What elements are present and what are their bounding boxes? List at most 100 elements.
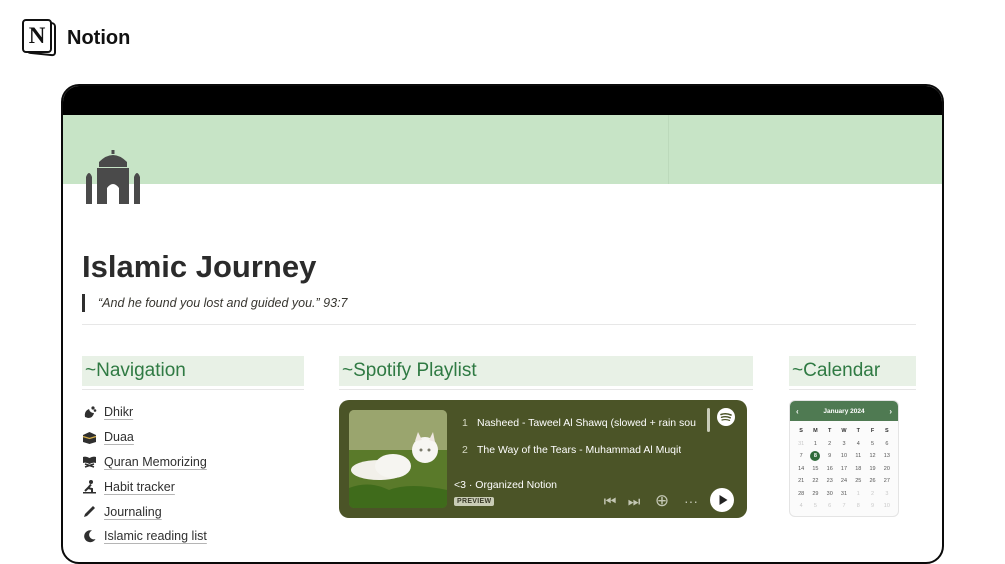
calendar-day[interactable]: 1 — [851, 489, 865, 500]
divider — [82, 324, 916, 325]
notion-logo-icon: N — [22, 19, 58, 57]
calendar-day[interactable]: 7 — [794, 451, 808, 462]
page-frame: Islamic Journey “And he found you lost a… — [61, 84, 944, 564]
calendar-day[interactable]: 6 — [823, 501, 837, 512]
nav-item-label: Habit tracker — [104, 479, 175, 494]
cover-banner — [63, 115, 942, 184]
calendar-weekday: S — [799, 428, 803, 434]
calendar-day[interactable]: 22 — [808, 476, 822, 487]
calendar-next-icon[interactable]: › — [889, 407, 892, 416]
calendar-today[interactable]: 8 — [810, 451, 821, 461]
calendar-day[interactable]: 12 — [865, 451, 879, 462]
playlist-name[interactable]: <3 · Organized Notion — [454, 479, 557, 491]
calendar-day[interactable]: 25 — [851, 476, 865, 487]
window-top-bar — [63, 86, 942, 115]
calendar-day[interactable]: 31 — [794, 439, 808, 450]
add-to-library-icon[interactable]: ⊕ — [652, 491, 672, 511]
calendar-day[interactable]: 2 — [865, 489, 879, 500]
calendar-day[interactable]: 17 — [837, 464, 851, 475]
calendar-day[interactable]: 9 — [823, 451, 837, 462]
calendar-day[interactable]: 6 — [880, 439, 894, 450]
spotify-heading: ~Spotify Playlist — [339, 356, 753, 386]
play-button[interactable] — [710, 488, 734, 512]
calendar-day[interactable]: 5 — [808, 501, 822, 512]
nav-item-label: Dhikr — [104, 405, 134, 420]
calendar-weekday: W — [841, 428, 847, 434]
calendar-day[interactable]: 16 — [823, 464, 837, 475]
spotify-logo-icon[interactable] — [717, 408, 735, 426]
track-row[interactable]: 2 The Way of the Tears - Muhammad Al Muq… — [462, 441, 707, 468]
prayer-beads-icon — [82, 405, 97, 420]
calendar-day[interactable]: 24 — [837, 476, 851, 487]
nav-item-islamic-reading-list[interactable]: Islamic reading list — [82, 524, 207, 549]
playlist-cover-image[interactable] — [349, 410, 447, 508]
calendar-day[interactable]: 8 — [808, 451, 822, 462]
page-title: Islamic Journey — [82, 249, 317, 284]
calendar-day[interactable]: 3 — [837, 439, 851, 450]
calendar-day[interactable]: 23 — [823, 476, 837, 487]
calendar-day[interactable]: 27 — [880, 476, 894, 487]
calendar-day[interactable]: 2 — [823, 439, 837, 450]
nav-item-label: Duaa — [104, 430, 134, 445]
nav-item-label: Islamic reading list — [104, 529, 207, 544]
calendar-day[interactable]: 29 — [808, 489, 822, 500]
person-praying-icon — [82, 479, 97, 494]
calendar-day[interactable]: 4 — [794, 501, 808, 512]
navigation-list: Dhikr Duaa Quran Memorizing Habit tracke… — [82, 400, 207, 549]
preview-badge: PREVIEW — [454, 497, 495, 506]
calendar-day[interactable]: 26 — [865, 476, 879, 487]
pencil-icon — [82, 504, 97, 519]
track-number: 2 — [462, 444, 468, 456]
calendar-day[interactable]: 5 — [865, 439, 879, 450]
calendar-day[interactable]: 4 — [851, 439, 865, 450]
calendar-day[interactable]: 1 — [808, 439, 822, 450]
calendar-day[interactable]: 20 — [880, 464, 894, 475]
cat-on-grass-image — [349, 410, 447, 508]
calendar-day[interactable]: 10 — [880, 501, 894, 512]
calendar-weekday: M — [813, 428, 818, 434]
notion-brand: N Notion — [22, 19, 130, 57]
calendar-header: ‹ January 2024 › — [790, 401, 898, 421]
track-number: 1 — [462, 417, 468, 429]
track-title: Nasheed - Taweel Al Shawq (slowed + rain… — [477, 417, 696, 429]
more-options-icon[interactable]: ··· — [683, 491, 699, 511]
calendar-day[interactable]: 21 — [794, 476, 808, 487]
calendar-day[interactable]: 15 — [808, 464, 822, 475]
nav-item-dhikr[interactable]: Dhikr — [82, 400, 207, 425]
nav-item-habit-tracker[interactable]: Habit tracker — [82, 474, 207, 499]
nav-item-quran-memorizing[interactable]: Quran Memorizing — [82, 450, 207, 475]
calendar-weekday: S — [885, 428, 889, 434]
calendar-day[interactable]: 9 — [865, 501, 879, 512]
track-list-scrollbar[interactable] — [707, 408, 710, 432]
navigation-heading: ~Navigation — [82, 356, 304, 386]
calendar-prev-icon[interactable]: ‹ — [796, 407, 799, 416]
brand-name: Notion — [67, 26, 131, 49]
calendar-day[interactable]: 28 — [794, 489, 808, 500]
calendar-heading: ~Calendar — [789, 356, 916, 386]
kaaba-icon — [82, 430, 97, 445]
calendar-day[interactable]: 7 — [837, 501, 851, 512]
calendar-day[interactable]: 30 — [823, 489, 837, 500]
calendar-day[interactable]: 11 — [851, 451, 865, 462]
calendar-day[interactable]: 31 — [837, 489, 851, 500]
calendar-day[interactable]: 8 — [851, 501, 865, 512]
track-title: The Way of the Tears - Muhammad Al Muqit — [477, 444, 682, 456]
calendar-day[interactable]: 18 — [851, 464, 865, 475]
calendar-grid: S M T W T F S 31 1 2 3 4 5 6 7 8 9 10 11 12 13 14 15 16 17 18 19 20… — [790, 421, 898, 512]
nav-item-journaling[interactable]: Journaling — [82, 499, 207, 524]
spotify-embed: 1 Nasheed - Taweel Al Shawq (slowed + ra… — [339, 400, 747, 518]
track-list: 1 Nasheed - Taweel Al Shawq (slowed + ra… — [462, 414, 707, 468]
calendar-day[interactable]: 3 — [880, 489, 894, 500]
calendar-weekday: T — [828, 428, 832, 434]
previous-track-icon[interactable]: ⏮ — [603, 491, 617, 511]
next-track-icon[interactable]: ⏭ — [627, 491, 641, 511]
track-row[interactable]: 1 Nasheed - Taweel Al Shawq (slowed + ra… — [462, 414, 707, 441]
calendar-day[interactable]: 19 — [865, 464, 879, 475]
nav-item-duaa[interactable]: Duaa — [82, 425, 207, 450]
open-book-stand-icon — [82, 454, 97, 469]
calendar-day[interactable]: 14 — [794, 464, 808, 475]
mosque-icon — [86, 150, 140, 204]
calendar-day[interactable]: 13 — [880, 451, 894, 462]
calendar-weekday: T — [856, 428, 860, 434]
calendar-day[interactable]: 10 — [837, 451, 851, 462]
